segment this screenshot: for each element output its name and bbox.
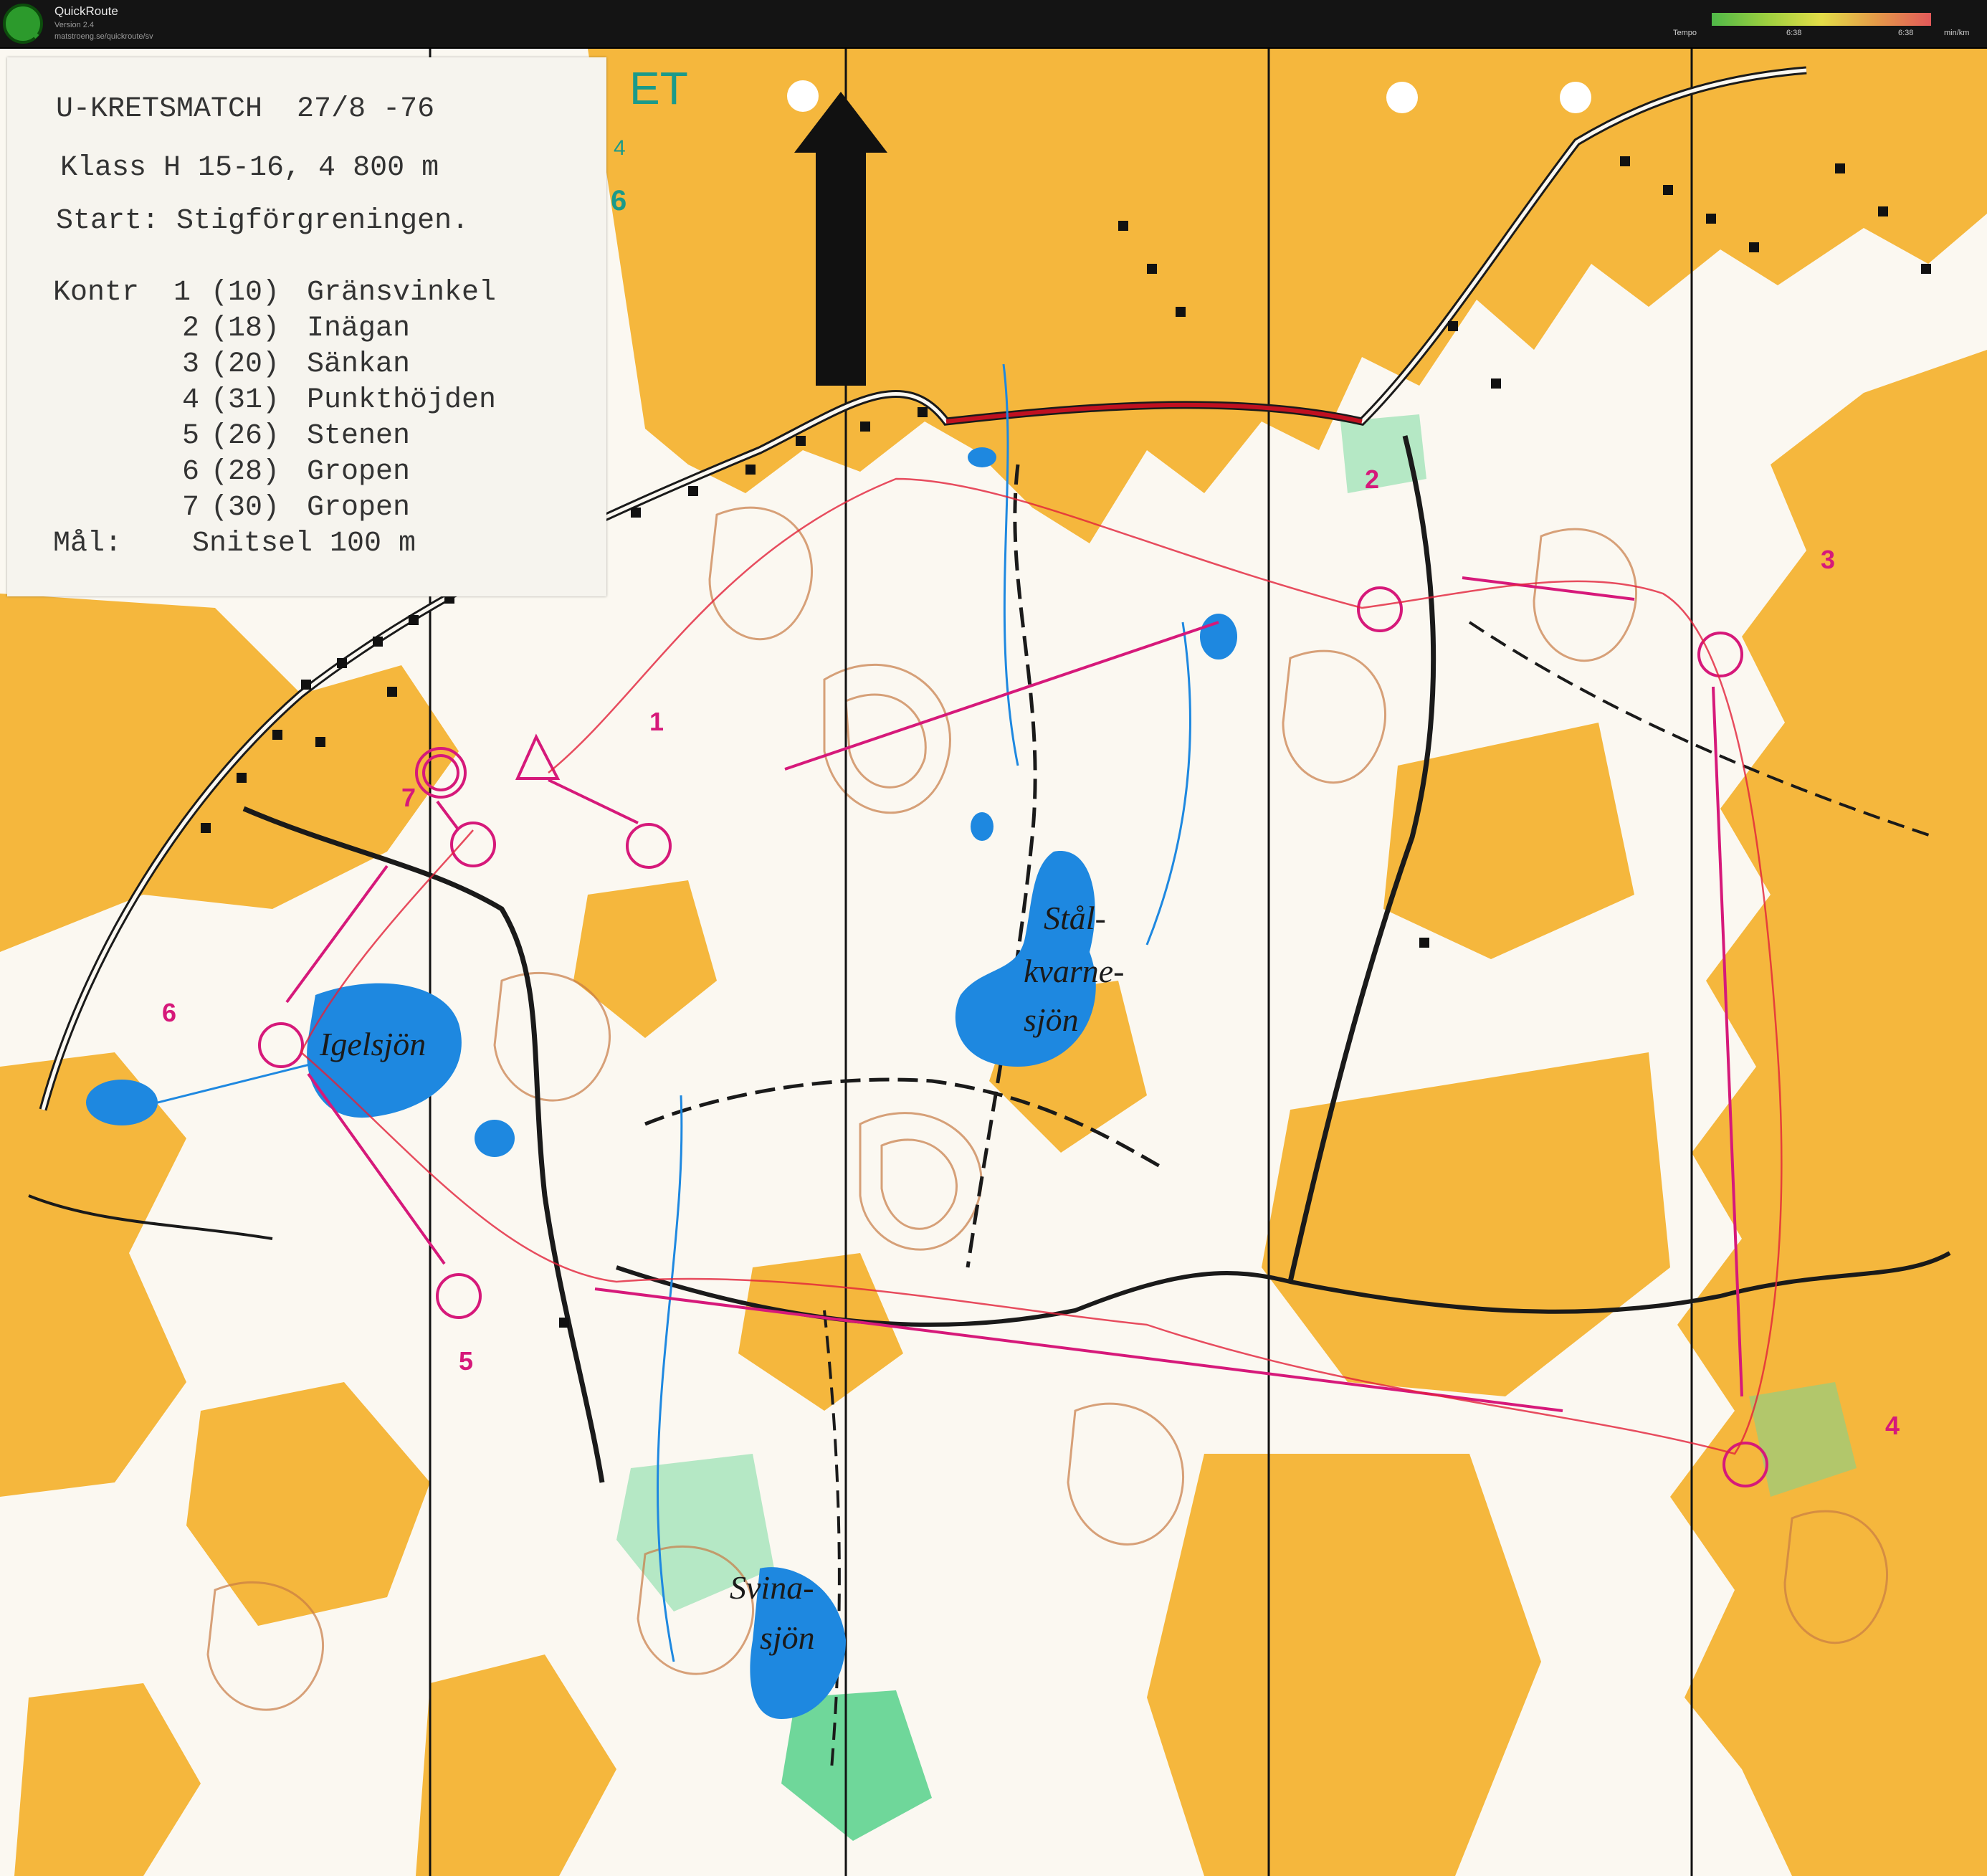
- tempo-max-value: 6:38: [1898, 29, 1914, 37]
- lake-label-stalkvarnesjon-1: Stål-: [1044, 900, 1106, 936]
- open-land-bottom-left: [416, 1654, 616, 1876]
- pond-small-3: [968, 447, 996, 467]
- open-land-mid-right-2: [1383, 723, 1634, 959]
- app-url: matstroeng.se/quickroute/sv: [54, 32, 153, 41]
- quickroute-logo-icon: [3, 4, 43, 44]
- leg-start-1: [548, 779, 639, 824]
- control-row-code: (18): [211, 313, 280, 345]
- control-number-1: 1: [649, 707, 664, 736]
- finish-label: Mål:: [53, 528, 123, 560]
- map-edge-digit: 4: [614, 136, 626, 160]
- open-land-bottom-right: [1147, 1454, 1541, 1876]
- control-number-3: 3: [1821, 545, 1836, 574]
- title-bar: QuickRoute Version 2.4 matstroeng.se/qui…: [0, 0, 1987, 49]
- open-land-left-lower: [0, 1052, 186, 1497]
- finish-value: Snitsel 100 m: [192, 528, 416, 560]
- pond-small-2: [1200, 614, 1237, 660]
- tempo-color-scale: [1712, 13, 1931, 26]
- control-circle-1: [626, 823, 672, 869]
- open-land-mid-right: [1262, 1052, 1670, 1396]
- control-circle-7: [450, 822, 496, 867]
- leg-7-finish: [436, 800, 460, 832]
- open-land-center-3: [738, 1253, 903, 1411]
- control-row-code: (10): [211, 277, 280, 309]
- pond-west: [86, 1080, 158, 1125]
- open-land-lower-left: [186, 1382, 430, 1626]
- control-row-no: 6: [182, 456, 200, 488]
- course-description-card: U-KRETSMATCH 27/8 -76 Klass H 15-16, 4 8…: [7, 57, 606, 596]
- control-row-code: (28): [211, 456, 280, 488]
- map-edge-digit: 6: [611, 185, 627, 216]
- control-row-no: 1: [173, 277, 191, 309]
- open-land-center: [573, 880, 717, 1038]
- control-row-no: 2: [182, 313, 200, 345]
- tempo-unit: min/km: [1944, 29, 1970, 37]
- lake-label-svinasjon-1: Svina-: [730, 1569, 814, 1606]
- class-line: Klass H 15-16, 4 800 m: [60, 152, 439, 184]
- open-land-bottom-left-2: [14, 1683, 201, 1876]
- road-west-loop: [242, 806, 605, 1483]
- control-number-7: 7: [401, 783, 416, 812]
- punch-hole: [1560, 82, 1591, 113]
- app-version: Version 2.4: [54, 21, 95, 29]
- control-row-description: Gränsvinkel: [307, 277, 497, 309]
- pond-small-4: [971, 812, 994, 841]
- control-circle-5: [436, 1273, 482, 1319]
- control-row-no: 7: [182, 492, 200, 524]
- control-circle-2: [1357, 586, 1403, 632]
- control-row-description: Punkthöjden: [307, 384, 497, 416]
- control-row-code: (26): [211, 420, 280, 452]
- control-row-code: (31): [211, 384, 280, 416]
- track-1: [966, 464, 1037, 1268]
- open-land-left-upper: [0, 594, 459, 952]
- control-circle-3: [1697, 632, 1743, 677]
- start-line: Start: Stigförgreningen.: [56, 205, 470, 237]
- tempo-min-value: 6:38: [1786, 29, 1802, 37]
- punch-hole: [787, 80, 819, 112]
- control-row-description: Stenen: [307, 420, 411, 452]
- control-row-code: (20): [211, 348, 280, 381]
- lake-label-stalkvarnesjon-2: kvarne-: [1024, 953, 1125, 989]
- control-number-4: 4: [1885, 1411, 1900, 1440]
- lake-label-igelsjon: Igelsjön: [320, 1026, 427, 1062]
- control-number-6: 6: [162, 998, 177, 1027]
- punch-hole: [1386, 82, 1418, 113]
- control-row-description: Gropen: [307, 456, 411, 488]
- lake-label-svinasjon-2: sjön: [760, 1619, 815, 1656]
- control-row-description: Gropen: [307, 492, 411, 524]
- tempo-label: Tempo: [1673, 29, 1697, 37]
- north-arrow-icon: [794, 92, 887, 386]
- open-land-right-strip: [1670, 350, 1987, 1876]
- control-row-no: 3: [182, 348, 200, 381]
- control-row-code: (30): [211, 492, 280, 524]
- controls-header: Kontr: [53, 277, 140, 309]
- start-triangle: [515, 733, 561, 780]
- pond-small-1: [475, 1120, 515, 1157]
- control-row-no: 5: [182, 420, 200, 452]
- app-name: QuickRoute: [54, 4, 118, 18]
- control-number-5: 5: [459, 1346, 474, 1376]
- event-title: U-KRETSMATCH 27/8 -76: [56, 93, 435, 125]
- map-edge-text: ET: [629, 62, 688, 114]
- control-row-description: Inägan: [307, 313, 411, 345]
- lake-label-stalkvarnesjon-3: sjön: [1024, 1001, 1079, 1038]
- control-circle-6: [258, 1022, 304, 1068]
- leg-1-2: [784, 621, 1219, 771]
- control-number-2: 2: [1365, 465, 1380, 494]
- control-row-description: Sänkan: [307, 348, 411, 381]
- control-row-no: 4: [182, 384, 200, 416]
